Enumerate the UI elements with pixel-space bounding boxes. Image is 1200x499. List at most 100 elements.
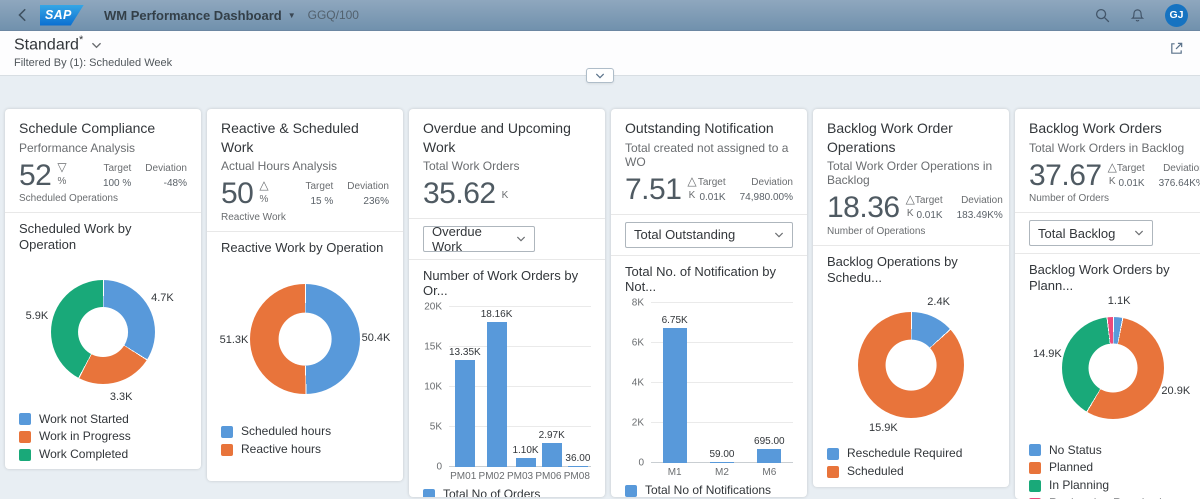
selected-option: Overdue Work <box>432 224 506 254</box>
chart-title: Reactive Work by Operation <box>221 240 389 256</box>
bar[interactable] <box>516 458 536 467</box>
donut[interactable] <box>1062 317 1164 419</box>
donut-chart[interactable]: 4.7K3.3K5.9K <box>19 257 187 407</box>
bar[interactable] <box>487 322 507 467</box>
legend-item[interactable]: Work Completed <box>19 448 187 462</box>
legend-item[interactable]: Total No of Notifications <box>625 484 793 497</box>
collapse-header-button[interactable] <box>586 68 614 83</box>
donut[interactable] <box>51 280 155 384</box>
chart-filter-select[interactable]: Overdue Work <box>423 226 535 252</box>
legend-label: Work not Started <box>39 413 129 427</box>
legend-item[interactable]: Total No of Orders <box>423 488 591 498</box>
donut-hole <box>1089 343 1138 392</box>
search-icon[interactable] <box>1095 8 1110 23</box>
bar-chart[interactable]: 20K15K10K5K0 13.35K 18.16K 1.10K 2.97K 3… <box>423 307 591 482</box>
bar-column[interactable]: 6.75K <box>651 303 698 463</box>
donut-chart[interactable]: 50.4K51.3K <box>221 259 389 419</box>
legend-label: Scheduled <box>847 465 904 479</box>
x-axis-label: M6 <box>746 463 793 478</box>
data-label: 6.75K <box>662 315 688 326</box>
data-label: 3.3K <box>110 391 133 403</box>
card-title: Reactive & Scheduled Work <box>221 119 389 155</box>
chart-filter-select[interactable]: Total Outstanding <box>625 222 793 248</box>
donut[interactable] <box>858 312 964 418</box>
card-header[interactable]: Backlog Work Orders Total Work Orders in… <box>1015 109 1200 212</box>
app-title-menu[interactable]: WM Performance Dashboard ▼ <box>104 8 296 23</box>
notifications-bell-icon[interactable] <box>1130 8 1145 23</box>
legend-item[interactable]: Work not Started <box>19 413 187 427</box>
deviation-label: Deviation <box>1163 163 1200 174</box>
card-subtitle: Performance Analysis <box>19 141 187 155</box>
bar-column[interactable]: 13.35K <box>449 307 481 467</box>
share-icon[interactable] <box>1169 41 1184 56</box>
data-label: 1.10K <box>512 445 538 456</box>
bar[interactable] <box>757 449 781 463</box>
bar[interactable] <box>455 360 475 467</box>
data-label: 51.3K <box>220 334 249 346</box>
donut-chart[interactable]: 1.1K20.9K14.9K <box>1029 298 1197 438</box>
chevron-down-icon <box>91 40 102 51</box>
variant-selector[interactable]: Standard* <box>14 34 102 54</box>
y-axis-tick: 10K <box>424 381 442 392</box>
card-header[interactable]: Reactive & Scheduled Work Actual Hours A… <box>207 109 403 230</box>
y-axis-tick: 0 <box>436 461 442 472</box>
legend-swatch-icon <box>1029 480 1041 492</box>
card-header[interactable]: Backlog Work Order Operations Total Work… <box>813 109 1009 245</box>
x-axis-label: PM02 <box>477 467 505 482</box>
legend-item[interactable]: Reactive hours <box>221 443 389 457</box>
card-outstanding-notification: Outstanding Notification Total created n… <box>611 109 807 497</box>
legend-item[interactable]: No Status <box>1029 444 1197 458</box>
bar-column[interactable]: 36.00 <box>565 307 591 467</box>
chart-title: Backlog Work Orders by Plann... <box>1029 262 1197 293</box>
legend-swatch-icon <box>625 485 637 497</box>
target-value: 15 % <box>311 196 334 207</box>
sap-logo[interactable]: SAP <box>40 5 84 26</box>
legend-label: Total No of Orders <box>443 488 540 498</box>
data-label: 15.9K <box>869 422 898 434</box>
bar[interactable] <box>568 466 588 467</box>
bar-column[interactable]: 2.97K <box>539 307 565 467</box>
target-label: Target <box>1117 163 1145 174</box>
card-header[interactable]: Schedule Compliance Performance Analysis… <box>5 109 201 212</box>
card-header[interactable]: Overdue and Upcoming Work Total Work Ord… <box>409 109 605 217</box>
kpi-unit: K <box>502 190 509 201</box>
data-label: 4.7K <box>151 292 174 304</box>
chevron-down-icon <box>516 235 526 243</box>
trend-icon: ▽ <box>57 161 66 173</box>
variant-name: Standard* <box>14 34 83 54</box>
kpi-unit: % <box>58 176 67 187</box>
chart-legend: Work not Started Work in Progress Work C… <box>5 407 201 470</box>
bar-column[interactable]: 1.10K <box>512 307 538 467</box>
card-schedule-compliance: Schedule Compliance Performance Analysis… <box>5 109 201 469</box>
back-icon[interactable] <box>16 8 30 22</box>
legend-item[interactable]: Planned <box>1029 461 1197 475</box>
legend-item[interactable]: Scheduled <box>827 465 995 479</box>
chart-legend: Reschedule Required Scheduled <box>813 441 1009 487</box>
legend-swatch-icon <box>1029 462 1041 474</box>
bar[interactable] <box>542 443 562 467</box>
y-axis-tick: 5K <box>430 421 442 432</box>
x-axis-label: M1 <box>651 463 698 478</box>
legend-item[interactable]: In Planning <box>1029 479 1197 493</box>
bar[interactable] <box>710 462 734 463</box>
user-avatar[interactable]: GJ <box>1165 4 1188 27</box>
bar-column[interactable]: 59.00 <box>698 303 745 463</box>
y-axis-tick: 20K <box>424 301 442 312</box>
card-header[interactable]: Outstanding Notification Total created n… <box>611 109 807 213</box>
chart-filter-select[interactable]: Total Backlog <box>1029 220 1153 246</box>
donut[interactable] <box>250 284 360 394</box>
kpi-value: 35.62 <box>423 178 496 210</box>
bar-column[interactable]: 695.00 <box>746 303 793 463</box>
y-axis-tick: 4K <box>632 377 644 388</box>
chart-title: Total No. of Notification by Not... <box>625 264 793 295</box>
data-label: 59.00 <box>709 449 734 460</box>
donut-chart[interactable]: 2.4K15.9K <box>827 289 995 441</box>
bar[interactable] <box>663 328 687 463</box>
legend-item[interactable]: Reschedule Required <box>827 447 995 461</box>
selected-option: Total Outstanding <box>634 227 735 242</box>
bar-column[interactable]: 18.16K <box>481 307 513 467</box>
legend-item[interactable]: Work in Progress <box>19 430 187 444</box>
legend-item[interactable]: Scheduled hours <box>221 425 389 439</box>
legend-label: In Planning <box>1049 479 1109 493</box>
bar-chart[interactable]: 8K6K4K2K0 6.75K 59.00 695.00 M1M2M6 <box>625 303 793 478</box>
